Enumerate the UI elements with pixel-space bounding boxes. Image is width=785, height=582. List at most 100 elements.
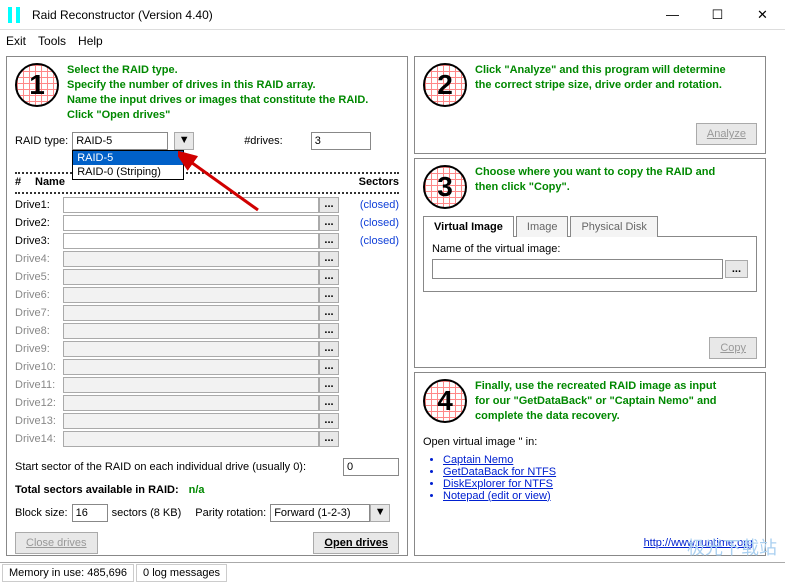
drive-label: Drive3: xyxy=(15,235,63,247)
drive-row: Drive1:...(closed) xyxy=(15,196,399,214)
drive-row: Drive9:... xyxy=(15,340,399,358)
drive-path-input xyxy=(63,269,319,285)
total-sectors-label: Total sectors available in RAID: xyxy=(15,484,179,496)
titlebar: Raid Reconstructor (Version 4.40) — ☐ ✕ xyxy=(0,0,785,30)
drive-row: Drive4:... xyxy=(15,250,399,268)
drive-row: Drive12:... xyxy=(15,394,399,412)
browse-button[interactable]: ... xyxy=(725,260,748,278)
tab-physical-disk[interactable]: Physical Disk xyxy=(570,216,657,237)
drive-path-input xyxy=(63,305,319,321)
copy-button[interactable]: Copy xyxy=(709,337,757,359)
drive-browse-button: ... xyxy=(319,251,339,267)
raidtype-option-raid0[interactable]: RAID-0 (Striping) xyxy=(73,165,183,179)
left-panel: 1 Select the RAID type. Specify the numb… xyxy=(6,56,408,556)
drive-browse-button: ... xyxy=(319,359,339,375)
drive-row: Drive2:...(closed) xyxy=(15,214,399,232)
drive-status: (closed) xyxy=(339,199,399,211)
minimize-button[interactable]: — xyxy=(650,0,695,29)
drive-row: Drive7:... xyxy=(15,304,399,322)
link-getdataback[interactable]: GetDataBack for NTFS xyxy=(443,466,556,478)
tab-virtual-image[interactable]: Virtual Image xyxy=(423,216,514,237)
start-sector-input[interactable] xyxy=(343,458,399,476)
drive-path-input xyxy=(63,431,319,447)
blocksize-label: Block size: xyxy=(15,507,68,519)
runtime-link[interactable]: http://www.runtime.org xyxy=(644,537,753,549)
drive-label: Drive13: xyxy=(15,415,63,427)
drive-browse-button: ... xyxy=(319,287,339,303)
drive-path-input xyxy=(63,323,319,339)
raidtype-option-raid5[interactable]: RAID-5 xyxy=(73,151,183,165)
raidtype-dropdown[interactable] xyxy=(72,132,168,150)
drive-path-input[interactable] xyxy=(63,215,319,231)
drive-browse-button: ... xyxy=(319,377,339,393)
virtual-name-input[interactable] xyxy=(432,259,723,279)
drive-row: Drive11:... xyxy=(15,376,399,394)
step-2-panel: 2 Click "Analyze" and this program will … xyxy=(414,56,766,154)
drives-count-input[interactable] xyxy=(311,132,371,150)
drive-path-input xyxy=(63,287,319,303)
drive-label: Drive9: xyxy=(15,343,63,355)
status-memory: Memory in use: 485,696 xyxy=(2,564,134,582)
drive-label: Drive6: xyxy=(15,289,63,301)
drive-browse-button: ... xyxy=(319,269,339,285)
window-title: Raid Reconstructor (Version 4.40) xyxy=(32,8,650,22)
drive-path-input[interactable] xyxy=(63,197,319,213)
drive-label: Drive7: xyxy=(15,307,63,319)
drive-browse-button[interactable]: ... xyxy=(319,197,339,213)
menu-exit[interactable]: Exit xyxy=(6,34,26,48)
close-button[interactable]: ✕ xyxy=(740,0,785,29)
drive-path-input xyxy=(63,359,319,375)
virtual-name-label: Name of the virtual image: xyxy=(432,243,748,255)
blocksize-input[interactable] xyxy=(72,504,108,522)
raidtype-dropdown-list[interactable]: RAID-5 RAID-0 (Striping) xyxy=(72,150,184,180)
link-captain-nemo[interactable]: Captain Nemo xyxy=(443,454,513,466)
drive-row: Drive5:... xyxy=(15,268,399,286)
drive-label: Drive5: xyxy=(15,271,63,283)
link-notepad[interactable]: Notepad (edit or view) xyxy=(443,490,551,502)
drive-label: Drive2: xyxy=(15,217,63,229)
open-drives-button[interactable]: Open drives xyxy=(313,532,399,554)
menu-tools[interactable]: Tools xyxy=(38,34,66,48)
blocksize-suffix: sectors (8 KB) xyxy=(112,507,182,519)
drive-row: Drive10:... xyxy=(15,358,399,376)
drive-row: Drive14:... xyxy=(15,430,399,448)
drive-row: Drive8:... xyxy=(15,322,399,340)
drive-label: Drive10: xyxy=(15,361,63,373)
close-drives-button[interactable]: Close drives xyxy=(15,532,98,554)
drive-status: (closed) xyxy=(339,235,399,247)
drive-path-input xyxy=(63,413,319,429)
step-4-badge: 4 xyxy=(423,379,467,423)
drive-label: Drive11: xyxy=(15,379,63,391)
statusbar: Memory in use: 485,696 0 log messages xyxy=(0,562,785,582)
drive-status: (closed) xyxy=(339,217,399,229)
analyze-button[interactable]: Analyze xyxy=(696,123,757,145)
step-2-text: Click "Analyze" and this program will de… xyxy=(475,63,726,93)
menu-help[interactable]: Help xyxy=(78,34,103,48)
drive-path-input xyxy=(63,395,319,411)
drive-browse-button: ... xyxy=(319,413,339,429)
start-sector-label: Start sector of the RAID on each individ… xyxy=(15,461,337,473)
drive-browse-button[interactable]: ... xyxy=(319,233,339,249)
parity-dropdown[interactable] xyxy=(270,504,370,522)
drive-path-input xyxy=(63,377,319,393)
step-3-badge: 3 xyxy=(423,165,467,209)
drive-path-input[interactable] xyxy=(63,233,319,249)
drive-browse-button: ... xyxy=(319,341,339,357)
step-1-text: Select the RAID type. Specify the number… xyxy=(67,63,368,122)
drive-row: Drive3:...(closed) xyxy=(15,232,399,250)
maximize-button[interactable]: ☐ xyxy=(695,0,740,29)
step-3-panel: 3 Choose where you want to copy the RAID… xyxy=(414,158,766,368)
tab-image[interactable]: Image xyxy=(516,216,569,237)
dropdown-arrow-icon[interactable]: ▼ xyxy=(370,504,390,522)
drive-browse-button: ... xyxy=(319,395,339,411)
drive-path-input xyxy=(63,251,319,267)
dropdown-arrow-icon[interactable]: ▼ xyxy=(174,132,194,150)
drive-browse-button[interactable]: ... xyxy=(319,215,339,231)
status-log: 0 log messages xyxy=(136,564,227,582)
drive-path-input xyxy=(63,341,319,357)
link-diskexplorer[interactable]: DiskExplorer for NTFS xyxy=(443,478,553,490)
parity-label: Parity rotation: xyxy=(195,507,266,519)
step-1-badge: 1 xyxy=(15,63,59,107)
step-3-text: Choose where you want to copy the RAID a… xyxy=(475,165,715,195)
drive-label: Drive8: xyxy=(15,325,63,337)
